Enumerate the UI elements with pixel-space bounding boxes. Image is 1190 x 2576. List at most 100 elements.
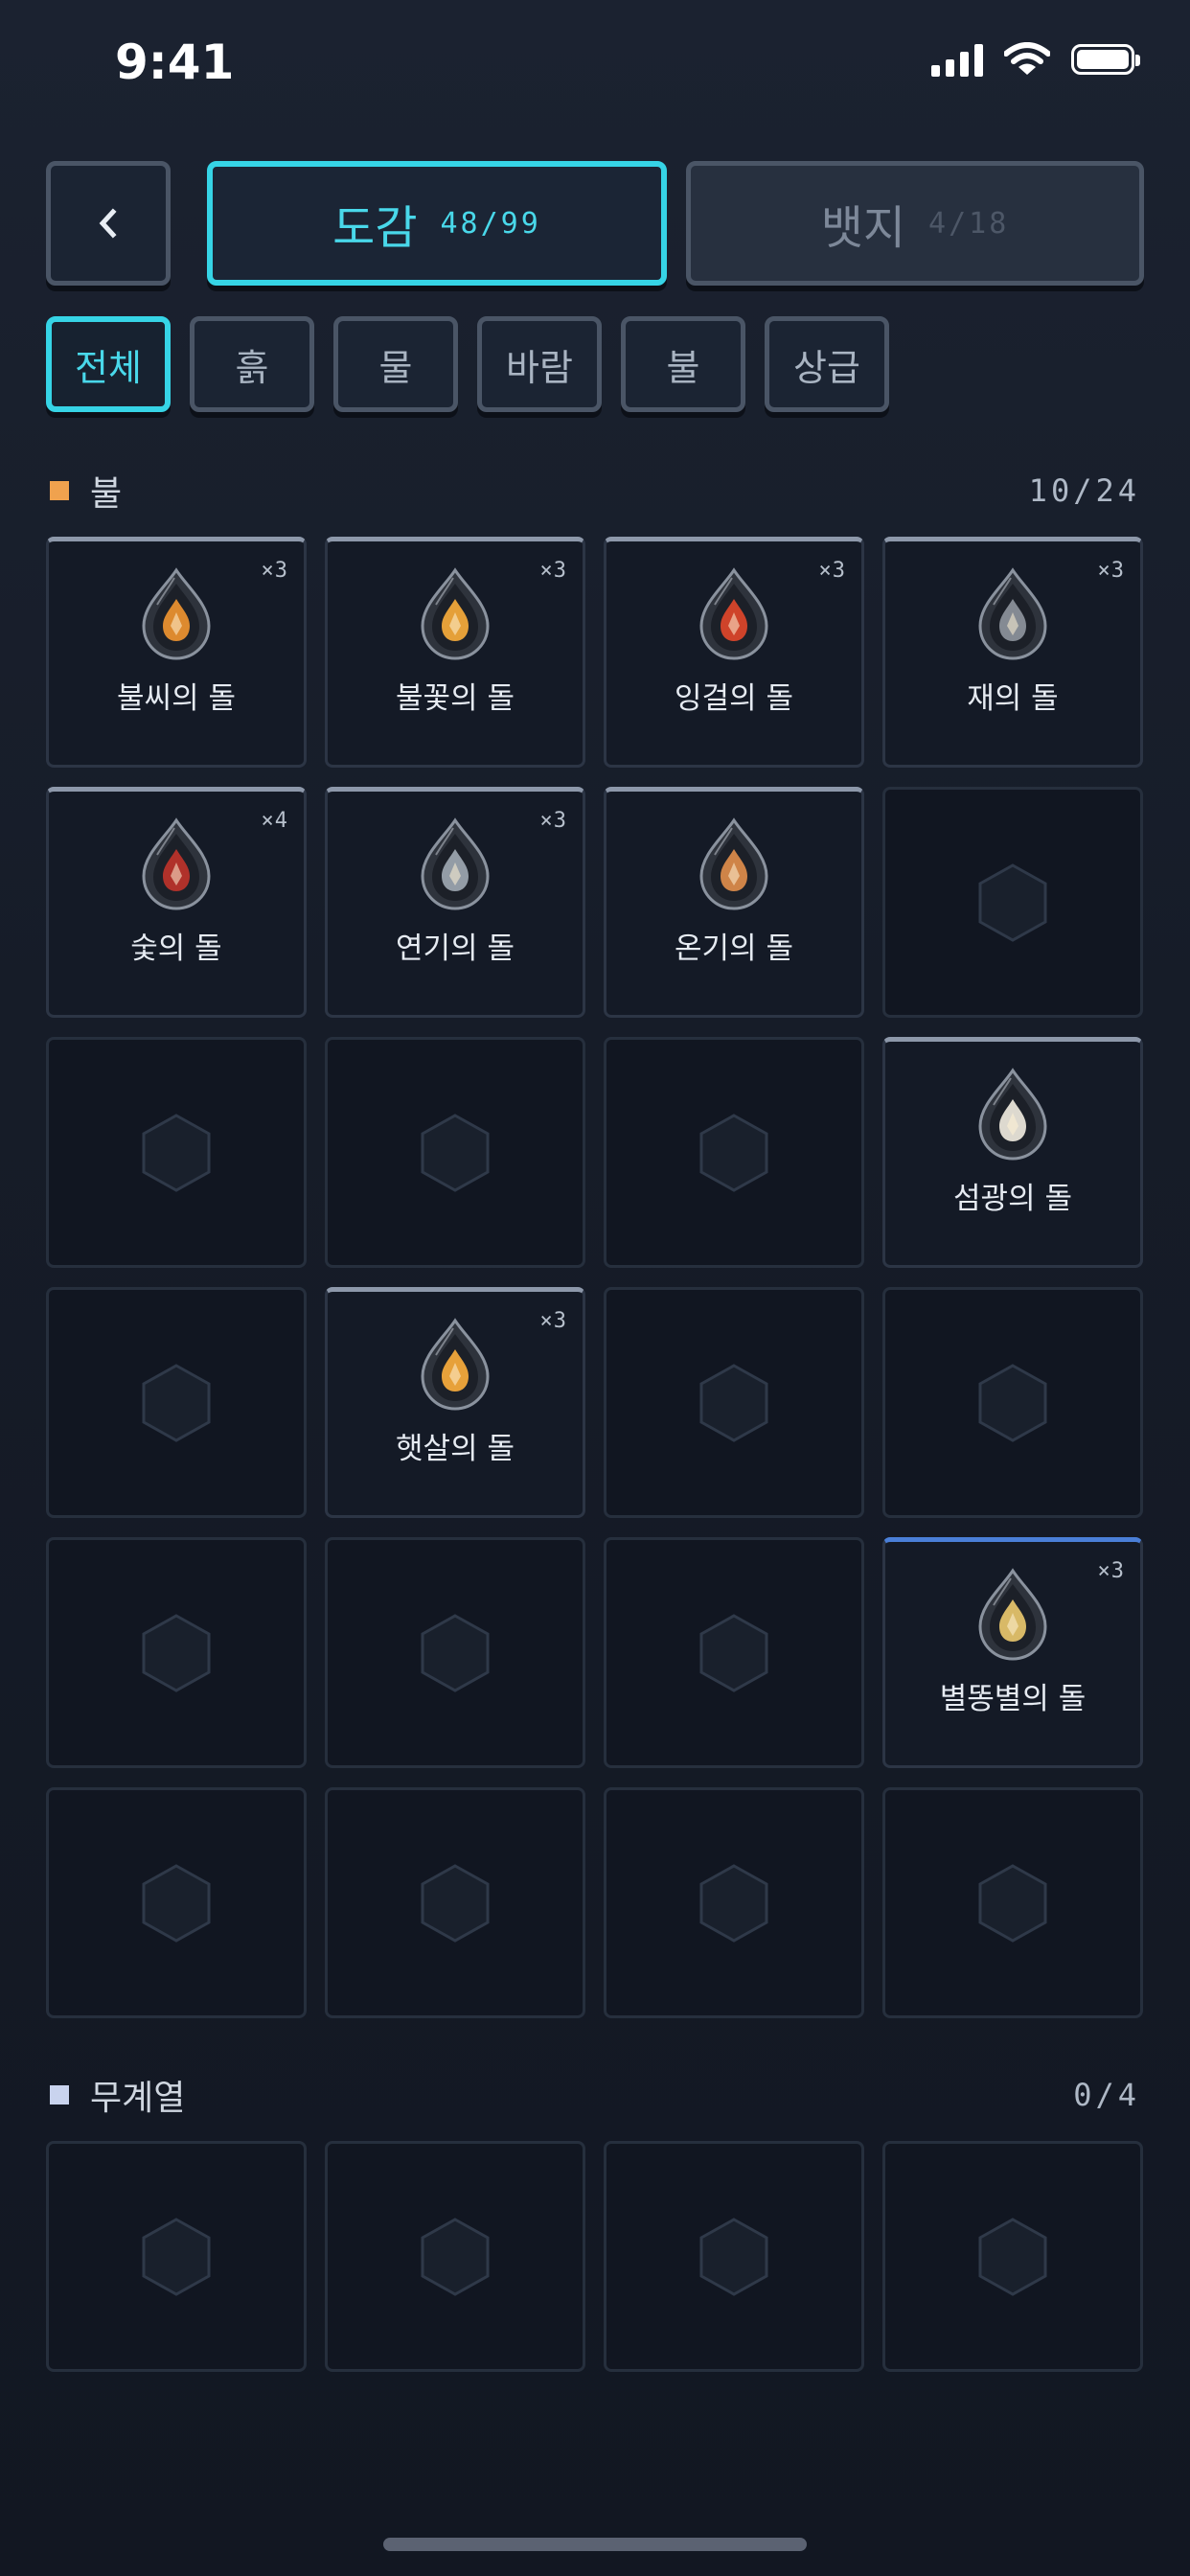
empty-slot-hexagon-icon (699, 1613, 768, 1692)
empty-slot-hexagon-icon (421, 1613, 490, 1692)
filter-chip-all[interactable]: 전체 (46, 316, 171, 412)
empty-slot-hexagon-icon (142, 1863, 211, 1943)
stone-name: 햇살의 돌 (396, 1432, 515, 1466)
empty-slot[interactable] (325, 1537, 585, 1768)
empty-slot[interactable] (325, 1037, 585, 1268)
smoke-gem-icon (421, 817, 490, 910)
signal-icon (931, 42, 983, 77)
sunlight-gem-icon (421, 1318, 490, 1411)
stone-name: 불꽃의 돌 (396, 681, 515, 716)
stone-card[interactable]: ×3 햇살의 돌 (325, 1287, 585, 1518)
shooting-star-gem-icon (978, 1568, 1047, 1661)
section-title: 불 (90, 474, 123, 514)
stone-card[interactable]: 온기의 돌 (604, 787, 864, 1018)
collection-grid-neutral (46, 2141, 1143, 2372)
empty-slot-hexagon-icon (978, 862, 1047, 942)
section-header-neutral: 무계열 0/4 (50, 2066, 1140, 2124)
filter-chip-earth[interactable]: 흙 (190, 316, 314, 412)
empty-slot[interactable] (604, 1037, 864, 1268)
top-bar: 도감 48/99 뱃지 4/18 (46, 161, 1144, 286)
ember-gem-icon (699, 567, 768, 660)
empty-slot[interactable] (882, 787, 1143, 1018)
status-icons (931, 42, 1140, 77)
empty-slot-hexagon-icon (421, 1113, 490, 1192)
quantity-badge: ×3 (818, 559, 846, 583)
filter-chip-fire[interactable]: 불 (621, 316, 745, 412)
section-count: 10/24 (1028, 472, 1140, 509)
home-indicator (383, 2538, 807, 2551)
quantity-badge: ×3 (1097, 1559, 1125, 1583)
filter-chip-advanced[interactable]: 상급 (765, 316, 889, 412)
empty-slot[interactable] (325, 1787, 585, 2018)
empty-slot-hexagon-icon (978, 1863, 1047, 1943)
empty-slot-hexagon-icon (699, 2217, 768, 2296)
empty-slot[interactable] (882, 1287, 1143, 1518)
empty-slot[interactable] (882, 2141, 1143, 2372)
collection-grid-fire: ×3 불씨의 돌 ×3 불꽃의 돌 ×3 잉걸의 돌 ×3 재의 돌 ×4 숯의 돌 ×3 연기의 돌… (46, 537, 1143, 2018)
stone-card[interactable]: ×4 숯의 돌 (46, 787, 307, 1018)
empty-slot[interactable] (46, 1287, 307, 1518)
empty-slot[interactable] (46, 2141, 307, 2372)
status-time: 9:41 (115, 34, 235, 90)
empty-slot[interactable] (46, 1787, 307, 2018)
empty-slot[interactable] (604, 2141, 864, 2372)
section-marker (50, 481, 69, 500)
tab-dex-label: 도감 (332, 201, 418, 255)
section-count: 0/4 (1073, 2077, 1140, 2113)
stone-card[interactable]: ×3 불씨의 돌 (46, 537, 307, 768)
battery-icon (1071, 44, 1140, 75)
empty-slot[interactable] (604, 1287, 864, 1518)
warmth-gem-icon (699, 817, 768, 910)
empty-slot-hexagon-icon (142, 2217, 211, 2296)
chevron-left-icon (99, 208, 117, 239)
filter-chip-wind[interactable]: 바람 (477, 316, 602, 412)
stone-name: 온기의 돌 (675, 932, 793, 966)
flame-rune-gem-icon (142, 567, 211, 660)
empty-slot[interactable] (604, 1787, 864, 2018)
empty-slot[interactable] (882, 1787, 1143, 2018)
filter-chip-water[interactable]: 물 (333, 316, 458, 412)
flash-gem-icon (978, 1068, 1047, 1161)
quantity-badge: ×3 (539, 809, 567, 833)
stone-name: 잉걸의 돌 (675, 681, 793, 716)
fire-gem-icon (421, 567, 490, 660)
empty-slot[interactable] (325, 2141, 585, 2372)
charcoal-gem-icon (142, 817, 211, 910)
stone-name: 불씨의 돌 (117, 681, 236, 716)
stone-name: 별똥별의 돌 (939, 1682, 1087, 1716)
stone-card[interactable]: ×3 별똥별의 돌 (882, 1537, 1143, 1768)
tab-dex[interactable]: 도감 48/99 (207, 161, 667, 286)
stone-card[interactable]: ×3 재의 돌 (882, 537, 1143, 768)
stone-card[interactable]: ×3 잉걸의 돌 (604, 537, 864, 768)
wifi-icon (1004, 42, 1050, 75)
empty-slot-hexagon-icon (142, 1363, 211, 1442)
empty-slot[interactable] (46, 1537, 307, 1768)
quantity-badge: ×3 (539, 559, 567, 583)
quantity-badge: ×3 (1097, 559, 1125, 583)
empty-slot-hexagon-icon (142, 1113, 211, 1192)
stone-card[interactable]: ×3 불꽃의 돌 (325, 537, 585, 768)
empty-slot[interactable] (604, 1537, 864, 1768)
quantity-badge: ×3 (261, 559, 288, 583)
empty-slot-hexagon-icon (142, 1613, 211, 1692)
empty-slot[interactable] (46, 1037, 307, 1268)
empty-slot-hexagon-icon (421, 1863, 490, 1943)
stone-name: 재의 돌 (967, 681, 1059, 716)
section-title: 무계열 (90, 2079, 186, 2118)
stone-name: 섬광의 돌 (953, 1182, 1072, 1216)
empty-slot-hexagon-icon (978, 1363, 1047, 1442)
empty-slot-hexagon-icon (699, 1363, 768, 1442)
empty-slot-hexagon-icon (978, 2217, 1047, 2296)
filter-chips: 전체 흙 물 바람 불 상급 (46, 316, 889, 412)
tab-badge[interactable]: 뱃지 4/18 (686, 161, 1144, 286)
tab-badge-label: 뱃지 (820, 201, 906, 255)
quantity-badge: ×4 (261, 809, 288, 833)
stone-name: 연기의 돌 (396, 932, 515, 966)
quantity-badge: ×3 (539, 1309, 567, 1333)
back-button[interactable] (46, 161, 171, 286)
tab-dex-count: 48/99 (440, 206, 541, 241)
section-marker (50, 2085, 69, 2104)
empty-slot-hexagon-icon (699, 1113, 768, 1192)
stone-card[interactable]: ×3 연기의 돌 (325, 787, 585, 1018)
stone-card[interactable]: 섬광의 돌 (882, 1037, 1143, 1268)
